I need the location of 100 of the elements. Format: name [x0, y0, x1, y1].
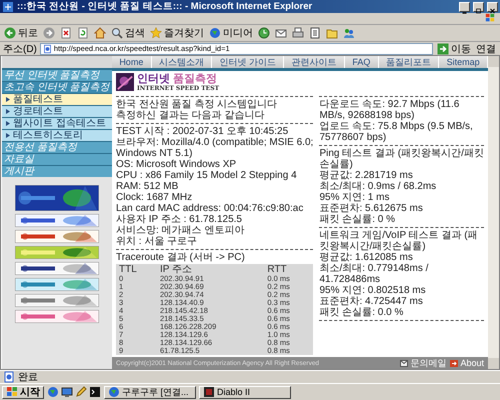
- triangle-icon: [6, 133, 10, 138]
- info-line: 위치 : 서울 구로구: [116, 236, 198, 247]
- star-icon: [150, 27, 162, 39]
- envelope-icon: [275, 27, 287, 39]
- app-icon: [203, 386, 215, 398]
- info-line: TEST 시작 : 2002-07-31 오후 10:45:25: [116, 126, 290, 137]
- document-icon: [309, 27, 321, 39]
- windows-logo-icon: [6, 386, 18, 398]
- sidebar-label: 품질테스트: [13, 94, 63, 105]
- result-line: 95% 지연: 1 ms: [319, 192, 390, 203]
- stop-icon: [60, 27, 72, 39]
- media-button[interactable]: 미디어: [208, 26, 254, 40]
- scrollbar[interactable]: [488, 56, 499, 369]
- sidebar-item[interactable]: 초고속 인터넷 품질측정: [2, 82, 112, 93]
- maximize-button[interactable]: [473, 2, 484, 12]
- terminal-icon[interactable]: [89, 386, 101, 398]
- result-line: 최소/최대: 0.779148ms / 41.728486ms: [319, 263, 430, 285]
- logo-title: 인터넷: [137, 73, 170, 85]
- intro-text: 측정하신 결과는 다음과 같습니다: [116, 110, 266, 121]
- globe-icon: [209, 27, 221, 39]
- speed-line: 업로드 속도: 75.8 Mbps (9.5 MB/s, 75778607 bps): [319, 121, 474, 143]
- clock-button[interactable]: [257, 27, 271, 39]
- forward-button[interactable]: [42, 27, 56, 39]
- favorites-button[interactable]: 즐겨찾기: [149, 26, 205, 40]
- section-title: Ping 테스트 결과 (패킷왕복시간/패킷손실률): [319, 148, 484, 170]
- sidebar-subitem[interactable]: 경로테스트: [2, 106, 112, 117]
- globe-icon: [108, 386, 120, 398]
- search-button[interactable]: 검색: [110, 26, 146, 40]
- logo-title: 품질측정: [173, 73, 217, 85]
- document-button[interactable]: [308, 27, 322, 39]
- triangle-icon: [6, 97, 10, 102]
- clock-icon: [258, 27, 270, 39]
- nav-link[interactable]: Home: [112, 56, 152, 68]
- address-label: 주소(D): [3, 42, 37, 56]
- page-icon: [42, 42, 52, 54]
- info-line: Clock: 1687 MHz: [116, 192, 194, 203]
- desktop-icon[interactable]: [61, 386, 73, 398]
- sidebar-subitem[interactable]: 품질테스트: [2, 94, 112, 105]
- result-line: 평균값: 1.612085 ms: [319, 252, 414, 263]
- section-title: Traceroute 결과 (서버 -> PC): [116, 252, 246, 263]
- window-title: :::한국 전산원 - 인터넷 품질 테스트::: - Microsoft Internet Explorer: [17, 0, 314, 13]
- windows-logo-icon: [484, 13, 496, 23]
- result-line: 패킷 손실률: 0.0 %: [319, 307, 404, 318]
- info-line: 서비스망: 메가패스 엔토피아: [116, 225, 246, 236]
- result-line: 최소/최대: 0.9ms / 68.2ms: [319, 181, 438, 192]
- people-button[interactable]: [342, 27, 356, 39]
- result-line: 패킷 손실률: 0 %: [319, 214, 396, 225]
- column-header: RTT: [264, 264, 314, 275]
- sidebar-subitem[interactable]: 웹사이트 접속테스트: [2, 118, 112, 129]
- envelope-button[interactable]: [274, 27, 288, 39]
- nav-link[interactable]: 인터넷 가이드: [212, 56, 284, 68]
- info-line: 브라우저: Mozilla/4.0 (compatible; MSIE 6.0; Windows NT 5.1): [116, 137, 314, 159]
- home-button[interactable]: [93, 27, 107, 39]
- logo-icon: [116, 73, 134, 91]
- printer-icon: [292, 27, 304, 39]
- status-text: 완료: [18, 371, 38, 384]
- speed-line: 다운로드 속도: 92.7 Mbps (11.6 MB/s, 92688198 bps): [319, 99, 460, 121]
- sidebar-subitem[interactable]: 테스트히스토리: [2, 130, 112, 141]
- nav-link[interactable]: 품질리포트: [378, 56, 440, 68]
- result-line: 표준편차: 4.725447 ms: [319, 296, 424, 307]
- result-line: 표준편차: 5.612675 ms: [319, 203, 424, 214]
- people-icon: [343, 27, 355, 39]
- sidebar-label: 웹사이트 접속테스트: [13, 118, 106, 129]
- browser-icon: [2, 0, 14, 12]
- nav-link[interactable]: 관련사이트: [284, 56, 346, 68]
- minimize-button[interactable]: [459, 2, 470, 12]
- printer-button[interactable]: [291, 27, 305, 39]
- close-icon: [488, 6, 497, 14]
- info-line: 사용자 IP 주소 : 61.78.125.5: [116, 214, 243, 225]
- info-line: OS: Microsoft Windows XP: [116, 159, 238, 170]
- stop-button[interactable]: [59, 27, 73, 39]
- folder-icon: [326, 27, 338, 39]
- intro-text: 한국 전산원 품질 측정 시스템입니다: [116, 99, 278, 110]
- column-header: IP 주소: [156, 264, 264, 275]
- back-button[interactable]: 뒤로: [3, 26, 39, 40]
- sidebar-label: 테스트히스토리: [13, 130, 83, 141]
- forward-icon: [43, 27, 55, 39]
- info-line: RAM: 512 MB: [116, 181, 180, 192]
- home-icon: [94, 27, 106, 39]
- search-icon: [111, 27, 123, 39]
- links-button[interactable]: 연결: [475, 42, 497, 56]
- refresh-icon: [77, 27, 89, 39]
- triangle-icon: [6, 109, 10, 114]
- refresh-button[interactable]: [76, 27, 90, 39]
- pencil-icon[interactable]: [75, 386, 87, 398]
- taskbar-button[interactable]: Diablo II: [199, 386, 291, 398]
- info-line: Lan card MAC address: 00:04:76:c9:80:ac: [116, 203, 304, 214]
- sidebar-label: 경로테스트: [13, 106, 63, 117]
- maximize-icon: [474, 6, 483, 14]
- result-line: 95% 지연: 0.802518 ms: [319, 285, 427, 296]
- taskbar-button[interactable]: 구루구루 [연결...: [104, 386, 196, 398]
- column-header: TTL: [116, 264, 157, 275]
- section-title: 네트워크 게임/VoIP 테스트 결과 (패킷왕복시간/패킷손실률): [319, 230, 479, 252]
- start-button[interactable]: 시작: [2, 386, 44, 398]
- nav-link[interactable]: FAQ: [345, 56, 379, 68]
- info-line: CPU : x86 Family 15 Model 2 Stepping 4: [116, 170, 298, 181]
- result-line: 평균값: 2.281719 ms: [319, 170, 414, 181]
- close-button[interactable]: [487, 2, 498, 12]
- nav-link[interactable]: 시스템소개: [152, 56, 212, 68]
- back-icon: [4, 27, 16, 39]
